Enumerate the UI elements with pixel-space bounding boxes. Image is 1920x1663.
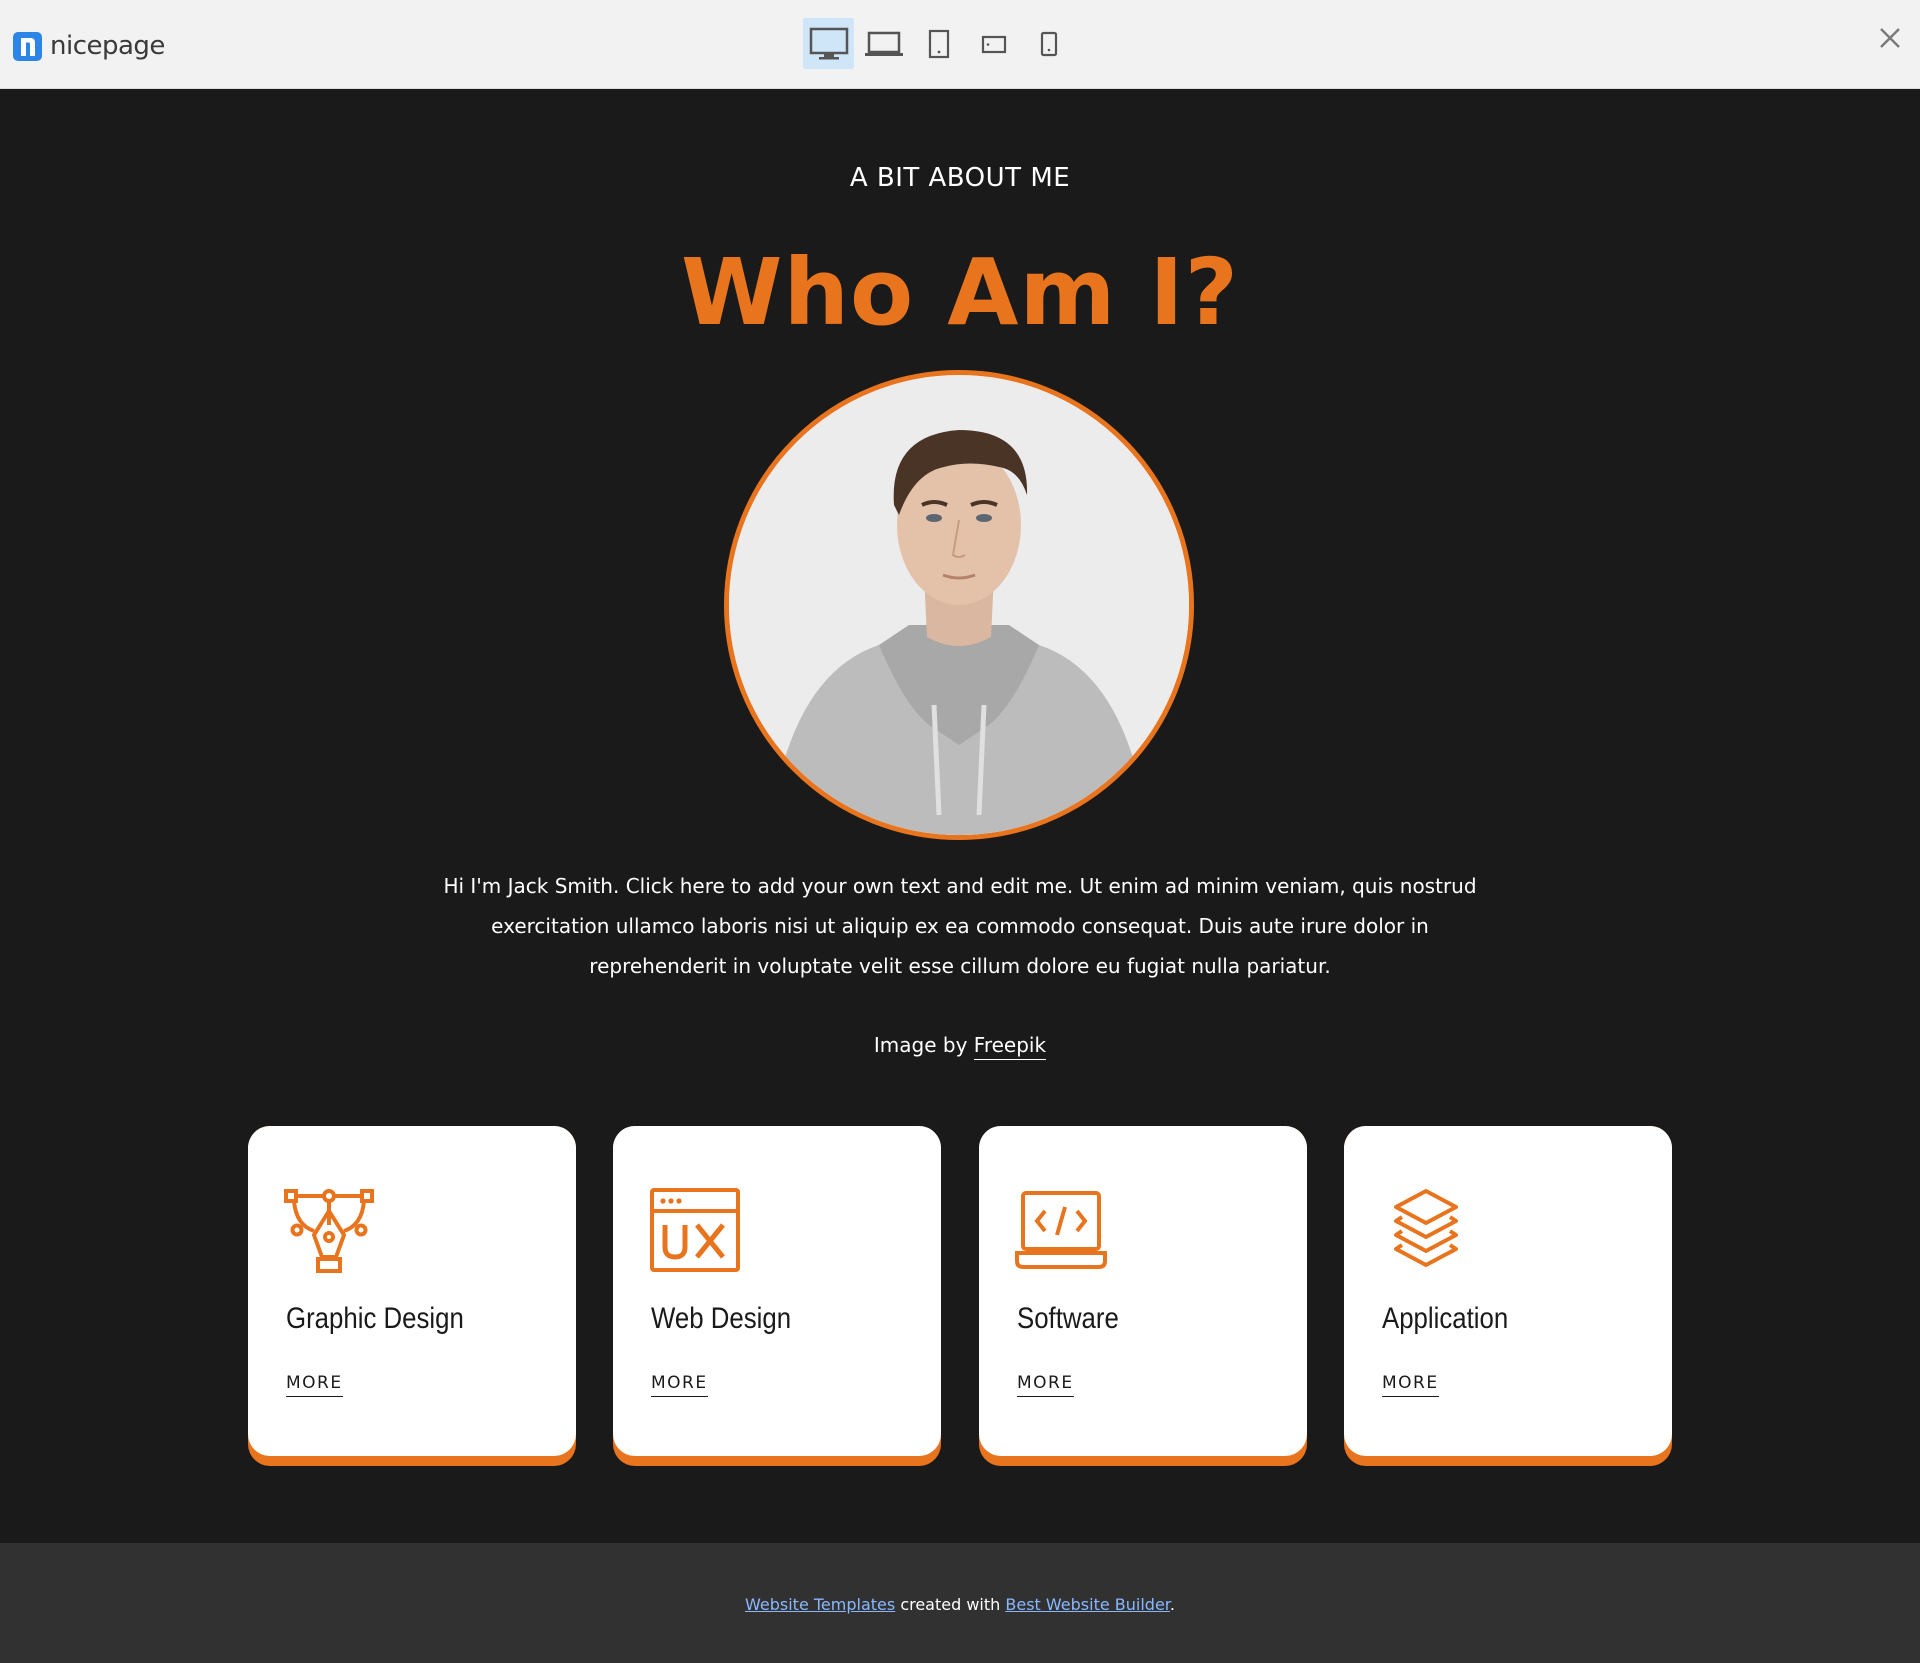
service-card: Application MORE	[1344, 1126, 1672, 1466]
footer-end-text: .	[1169, 1595, 1175, 1614]
pen-tool-icon	[284, 1189, 374, 1273]
about-section: A BIT ABOUT ME Who Am I? Hi I'm Jack Smi…	[0, 89, 1920, 1543]
device-switcher	[803, 18, 1074, 69]
service-card: Web Design MORE	[613, 1126, 941, 1466]
page-footer: Website Templates created with Best Webs…	[0, 1543, 1920, 1663]
portrait-image	[729, 375, 1189, 835]
laptop-view-button[interactable]	[858, 18, 909, 69]
card-body: Graphic Design MORE	[248, 1126, 576, 1456]
bio-paragraph: Hi I'm Jack Smith. Click here to add you…	[443, 874, 1477, 978]
laptop-icon	[864, 31, 903, 56]
credit-prefix: Image by	[873, 1033, 968, 1057]
editor-toolbar: nicepage	[0, 0, 1920, 89]
image-credit: Image by Freepik	[0, 1033, 1920, 1060]
logo-text: nicepage	[50, 31, 165, 61]
desktop-icon	[809, 27, 848, 59]
laptop-code-icon	[1015, 1191, 1107, 1269]
card-body: Software MORE	[979, 1126, 1307, 1456]
card-title: Software	[1017, 1302, 1119, 1335]
service-card: Graphic Design MORE	[248, 1126, 576, 1466]
more-link[interactable]: MORE	[286, 1373, 343, 1397]
section-headline: Who Am I?	[681, 239, 1239, 346]
more-link[interactable]: MORE	[1382, 1373, 1439, 1397]
more-link[interactable]: MORE	[1017, 1373, 1074, 1397]
layers-icon	[1394, 1189, 1458, 1267]
ux-window-icon	[650, 1188, 740, 1272]
freepik-link[interactable]: Freepik	[973, 1033, 1047, 1060]
footer-credit: Website Templates created with Best Webs…	[0, 1595, 1920, 1614]
profile-portrait	[724, 370, 1194, 840]
tablet-landscape-icon	[981, 35, 1006, 53]
close-icon	[1880, 28, 1900, 48]
footer-middle-text: created with	[900, 1595, 1001, 1614]
phone-icon	[1040, 31, 1057, 56]
card-body: Web Design MORE	[613, 1126, 941, 1456]
logo-mark-icon	[13, 31, 42, 61]
services-cards: Graphic Design MORE Web Design MORE Soft…	[248, 1126, 1673, 1466]
service-card: Software MORE	[979, 1126, 1307, 1466]
section-eyebrow: A BIT ABOUT ME	[849, 163, 1071, 193]
card-body: Application MORE	[1344, 1126, 1672, 1456]
card-title: Web Design	[651, 1302, 792, 1335]
tablet-view-button[interactable]	[913, 18, 964, 69]
phone-view-button[interactable]	[1023, 18, 1074, 69]
website-builder-link[interactable]: Best Website Builder	[1005, 1595, 1170, 1614]
desktop-view-button[interactable]	[803, 18, 854, 69]
nicepage-logo[interactable]: nicepage	[13, 30, 165, 62]
tablet-icon	[928, 29, 949, 58]
more-link[interactable]: MORE	[651, 1373, 708, 1397]
close-preview-button[interactable]	[1876, 24, 1904, 52]
card-title: Application	[1382, 1302, 1509, 1335]
website-templates-link[interactable]: Website Templates	[745, 1595, 895, 1614]
card-title: Graphic Design	[286, 1302, 464, 1335]
tablet-landscape-view-button[interactable]	[968, 18, 1019, 69]
